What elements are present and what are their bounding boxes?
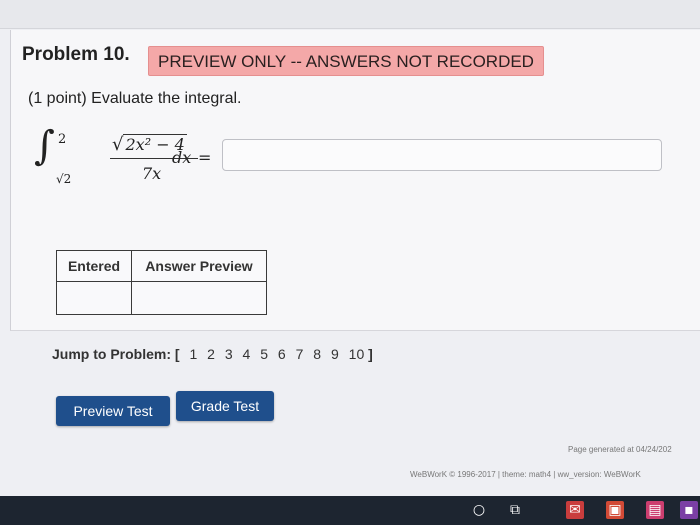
problem-link-4[interactable]: 4 [243,346,251,362]
office-icon[interactable]: ▣ [606,501,624,519]
page-generated-text: Page generated at 04/24/202 [568,445,672,454]
integral-sign: ∫ [34,123,55,169]
mail-icon[interactable]: ✉ [566,501,584,519]
problem-instruction: (1 point) Evaluate the integral. [28,90,242,107]
problem-link-6[interactable]: 6 [278,346,286,362]
answer-input[interactable] [222,139,662,171]
onenote-icon[interactable]: ▪ [680,501,698,519]
problem-link-5[interactable]: 5 [260,346,268,362]
answer-preview-cell [131,281,267,315]
problem-link-8[interactable]: 8 [313,346,321,362]
table-row [56,281,267,315]
search-circle-icon[interactable]: ○ [470,501,488,519]
problem-link-9[interactable]: 9 [331,346,339,362]
table-header-row: Entered Answer Preview [56,250,267,282]
jump-to-problem: Jump to Problem: [ 1 2 3 4 5 6 7 8 9 10 … [52,346,373,362]
integral-expression: ∫ 2 √2 √ 2x² − 4 7x [34,124,224,188]
column-header-answer-preview: Answer Preview [131,250,267,282]
browser-top-bar [0,0,700,29]
grade-test-button[interactable]: Grade Test [176,391,274,421]
problem-link-2[interactable]: 2 [207,346,215,362]
jump-label: Jump to Problem: [52,346,172,362]
results-table: Entered Answer Preview [56,250,267,315]
radical-sign: √ [112,134,124,155]
lower-limit: √2 [56,172,72,186]
jump-open-bracket: [ [174,346,180,362]
upper-limit: 2 [58,132,67,147]
preview-only-banner: PREVIEW ONLY -- ANSWERS NOT RECORDED [148,46,544,76]
problem-link-1[interactable]: 1 [189,346,197,362]
task-view-icon[interactable]: ⧉ [506,501,524,519]
problem-link-3[interactable]: 3 [225,346,233,362]
jump-close-bracket: ] [368,346,373,362]
problem-link-7[interactable]: 7 [296,346,304,362]
taskbar: ○ ⧉ ✉ ▣ ▤ ▪ [0,496,700,525]
column-header-entered: Entered [56,250,132,282]
store-icon[interactable]: ▤ [646,501,664,519]
entered-cell [56,281,132,315]
footer-copyright: WeBWorK © 1996-2017 | theme: math4 | ww_… [410,470,641,479]
problem-link-10[interactable]: 10 [349,346,365,362]
differential: dx [172,148,192,167]
equals-sign: = [198,148,212,167]
problem-title: Problem 10. [22,44,130,65]
preview-test-button[interactable]: Preview Test [56,396,170,426]
denominator: 7x [142,164,162,183]
